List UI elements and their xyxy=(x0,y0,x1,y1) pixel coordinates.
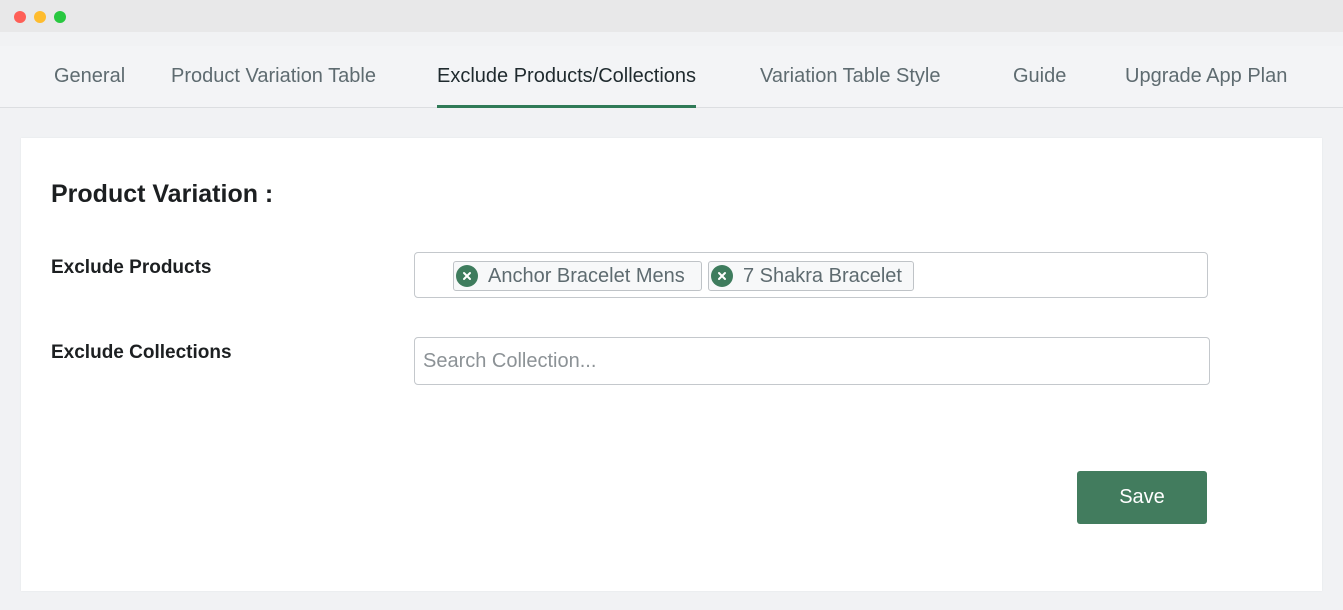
close-circle-icon[interactable] xyxy=(711,265,733,287)
settings-card: Product Variation : Exclude Products Anc… xyxy=(21,138,1322,591)
tab-exclude-products-collections[interactable]: Exclude Products/Collections xyxy=(437,46,697,108)
tab-bar: General Product Variation Table Exclude … xyxy=(0,46,1343,108)
tab-guide[interactable]: Guide xyxy=(1013,46,1066,107)
close-circle-icon[interactable] xyxy=(456,265,478,287)
maximize-window-button[interactable] xyxy=(54,11,66,23)
exclude-products-label: Exclude Products xyxy=(51,257,212,278)
product-tag: Anchor Bracelet Mens xyxy=(453,261,702,291)
title-bar xyxy=(0,0,1343,32)
tab-upgrade-app-plan[interactable]: Upgrade App Plan xyxy=(1125,46,1287,107)
minimize-window-button[interactable] xyxy=(34,11,46,23)
section-title: Product Variation : xyxy=(51,180,274,208)
app-window: General Product Variation Table Exclude … xyxy=(0,0,1343,610)
product-tag-label: 7 Shakra Bracelet xyxy=(743,264,902,287)
exclude-products-input[interactable]: Anchor Bracelet Mens 7 Shakra Bracelet xyxy=(414,252,1208,298)
exclude-collections-label: Exclude Collections xyxy=(51,342,232,363)
search-collection-input[interactable] xyxy=(414,337,1210,385)
product-tag-label: Anchor Bracelet Mens xyxy=(488,264,685,287)
product-tag: 7 Shakra Bracelet xyxy=(708,261,914,291)
tab-general[interactable]: General xyxy=(54,46,125,107)
save-button[interactable]: Save xyxy=(1077,471,1207,524)
tab-variation-table-style[interactable]: Variation Table Style xyxy=(760,46,940,107)
tab-product-variation-table[interactable]: Product Variation Table xyxy=(171,46,376,107)
close-window-button[interactable] xyxy=(14,11,26,23)
